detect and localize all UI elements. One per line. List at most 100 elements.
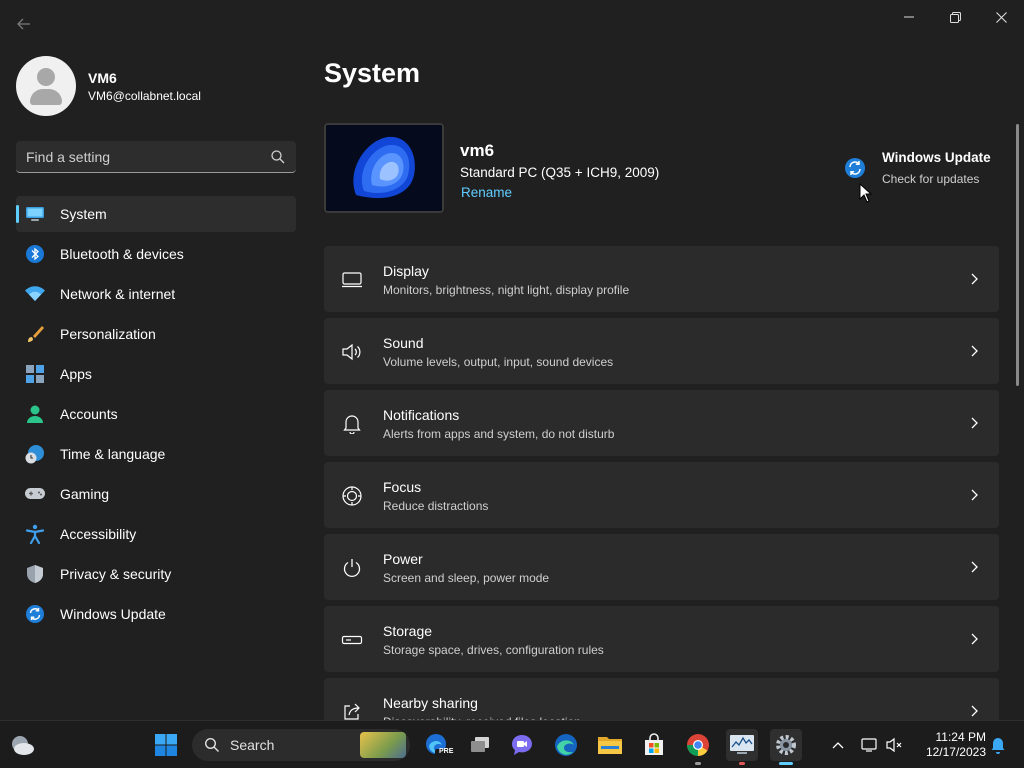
- card-subtitle: Monitors, brightness, night light, displ…: [383, 283, 630, 297]
- user-name: VM6: [88, 69, 117, 86]
- globe-clock-icon: [24, 443, 46, 465]
- weather-widget[interactable]: [10, 733, 36, 757]
- content-scrollbar[interactable]: [1016, 124, 1019, 386]
- settings-search-box[interactable]: [16, 141, 296, 173]
- sidebar-item-network[interactable]: Network & internet: [16, 276, 296, 312]
- card-subtitle: Reduce distractions: [383, 499, 489, 513]
- sidebar-item-accessibility[interactable]: Accessibility: [16, 516, 296, 552]
- taskbar-remote-desktop[interactable]: [726, 729, 758, 765]
- tray-volume[interactable]: [885, 735, 905, 755]
- taskbar-clock[interactable]: 11:24 PM 12/17/2023: [914, 730, 986, 760]
- focus-icon: [340, 484, 364, 508]
- chevron-right-icon: [971, 273, 978, 285]
- card-notifications[interactable]: Notifications Alerts from apps and syste…: [324, 390, 999, 456]
- minimize-button[interactable]: [886, 0, 932, 34]
- back-button[interactable]: [12, 12, 36, 36]
- bell-icon: [991, 738, 1005, 754]
- card-focus[interactable]: Focus Reduce distractions: [324, 462, 999, 528]
- device-name: vm6: [460, 141, 495, 160]
- card-power[interactable]: Power Screen and sleep, power mode: [324, 534, 999, 600]
- chevron-right-icon: [971, 417, 978, 429]
- taskbar-edge[interactable]: [550, 729, 582, 761]
- desktop-wallpaper-thumbnail[interactable]: [324, 123, 444, 213]
- speaker-icon: [340, 340, 364, 364]
- brush-icon: [24, 323, 46, 345]
- card-storage[interactable]: Storage Storage space, drives, configura…: [324, 606, 999, 672]
- restore-button[interactable]: [932, 0, 978, 34]
- search-input[interactable]: [26, 148, 270, 165]
- chevron-right-icon: [971, 561, 978, 573]
- bluetooth-icon: [24, 243, 46, 265]
- accessibility-icon: [24, 523, 46, 545]
- chevron-right-icon: [971, 489, 978, 501]
- card-title: Storage: [383, 623, 433, 639]
- shield-icon: [24, 563, 46, 585]
- sidebar-item-label: Network & internet: [60, 286, 176, 302]
- sidebar-item-system[interactable]: System: [16, 196, 296, 232]
- sidebar-item-label: System: [60, 206, 107, 222]
- sidebar-item-windows-update[interactable]: Windows Update: [16, 596, 296, 632]
- sidebar-item-gaming[interactable]: Gaming: [16, 476, 296, 512]
- sidebar: VM6 VM6@collabnet.local System Bluetooth…: [0, 40, 310, 720]
- restore-icon: [949, 11, 961, 23]
- card-display[interactable]: Display Monitors, brightness, night ligh…: [324, 246, 999, 312]
- sidebar-item-label: Time & language: [60, 446, 166, 462]
- sidebar-item-apps[interactable]: Apps: [16, 356, 296, 392]
- taskbar-settings[interactable]: [770, 729, 802, 765]
- tray-overflow-button[interactable]: [828, 735, 848, 755]
- user-profile[interactable]: VM6 VM6@collabnet.local: [16, 56, 201, 116]
- clock-time: 11:24 PM: [935, 730, 986, 744]
- update-icon: [845, 158, 865, 178]
- card-title: Sound: [383, 335, 424, 351]
- sidebar-item-accounts[interactable]: Accounts: [16, 396, 296, 432]
- search-icon[interactable]: [270, 149, 286, 165]
- speaker-muted-icon: [886, 737, 902, 753]
- page-title: System: [324, 58, 421, 88]
- sidebar-item-label: Accounts: [60, 406, 118, 422]
- taskbar-store[interactable]: [638, 729, 670, 761]
- taskbar-task-view[interactable]: [464, 729, 496, 761]
- card-title: Notifications: [383, 407, 460, 423]
- running-indicator: [739, 762, 745, 765]
- sidebar-item-privacy-security[interactable]: Privacy & security: [16, 556, 296, 592]
- sidebar-item-label: Apps: [60, 366, 92, 382]
- sidebar-item-personalization[interactable]: Personalization: [16, 316, 296, 352]
- sidebar-item-bluetooth[interactable]: Bluetooth & devices: [16, 236, 296, 272]
- performance-monitor-icon: [730, 735, 754, 754]
- update-icon: [24, 603, 46, 625]
- card-title: Power: [383, 551, 423, 567]
- sidebar-item-label: Bluetooth & devices: [60, 246, 184, 262]
- card-subtitle: Alerts from apps and system, do not dist…: [383, 427, 615, 441]
- windows-update-subtitle: Check for updates: [882, 172, 980, 186]
- card-title: Display: [383, 263, 429, 279]
- card-subtitle: Screen and sleep, power mode: [383, 571, 550, 585]
- taskbar-search[interactable]: Search: [192, 729, 410, 761]
- apps-icon: [24, 363, 46, 385]
- close-button[interactable]: [978, 0, 1024, 34]
- taskbar-edge-beta[interactable]: PRE: [420, 729, 453, 761]
- storage-icon: [340, 628, 364, 652]
- windows-update-title: Windows Update: [882, 150, 991, 165]
- tray-network[interactable]: [860, 735, 880, 755]
- card-title: Focus: [383, 479, 422, 495]
- power-icon: [340, 556, 364, 580]
- minimize-icon: [904, 16, 914, 18]
- back-arrow-icon: [17, 18, 30, 30]
- sidebar-item-label: Personalization: [60, 326, 156, 342]
- taskbar-chrome[interactable]: [682, 729, 714, 765]
- taskbar-file-explorer[interactable]: [594, 729, 626, 761]
- card-sound[interactable]: Sound Volume levels, output, input, soun…: [324, 318, 999, 384]
- chevron-up-icon: [832, 742, 844, 749]
- sidebar-item-time-language[interactable]: Time & language: [16, 436, 296, 472]
- notification-center-button[interactable]: [988, 735, 1008, 755]
- taskbar-teams-chat[interactable]: [506, 729, 538, 761]
- network-monitor-icon: [861, 738, 877, 752]
- monitor-icon: [24, 203, 46, 225]
- chat-icon: [512, 735, 532, 755]
- settings-cards: Display Monitors, brightness, night ligh…: [324, 246, 999, 750]
- folder-icon: [598, 737, 622, 754]
- close-icon: [995, 11, 1007, 23]
- title-bar: [0, 0, 1024, 40]
- rename-link[interactable]: Rename: [461, 185, 512, 200]
- start-button[interactable]: [154, 733, 178, 757]
